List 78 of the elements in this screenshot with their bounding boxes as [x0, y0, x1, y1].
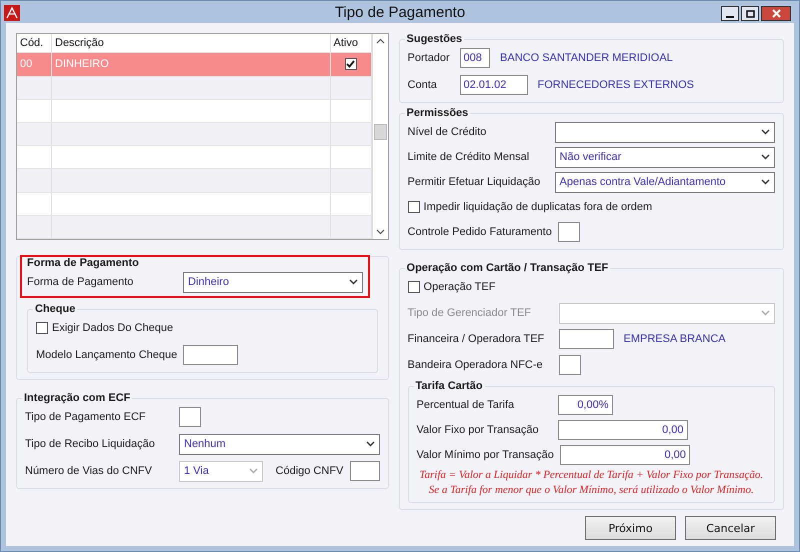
dropdown[interactable]: Nenhum — [179, 434, 380, 454]
minimize-icon — [726, 16, 734, 18]
group-title: Permissões — [406, 107, 470, 119]
formula-note: Se a Tarifa for menor que o Valor Mínimo, será utilizado o Valor Mínimo. — [428, 484, 755, 496]
input-field[interactable]: 0,00 — [558, 420, 688, 440]
dropdown[interactable]: Apenas contra Vale/Adiantamento — [554, 172, 775, 192]
checkbox-label: Impedir liquidação de duplicatas fora de ordem — [424, 201, 652, 213]
field-label: Código CNFV — [276, 465, 344, 477]
input-field[interactable] — [558, 355, 581, 375]
field-label: Percentual de Tarifa — [416, 399, 516, 411]
dropdown[interactable]: 1 Via — [179, 460, 263, 482]
dropdown[interactable]: Dinheiro — [183, 272, 363, 292]
field-label: Número de Vias do CNFV — [25, 465, 153, 477]
field-label: Nível de Crédito — [408, 126, 488, 138]
checkbox-label: Exigir Dados Do Cheque — [52, 322, 174, 334]
field-label: Valor Fixo por Transação — [416, 424, 540, 436]
field-label: Forma de Pagamento — [27, 276, 134, 288]
input-field[interactable]: 008 — [460, 48, 490, 68]
chevron-down-icon — [761, 179, 770, 185]
input-field[interactable]: 0,00% — [558, 395, 613, 415]
field-label: Tipo de Gerenciador TEF — [408, 307, 532, 319]
checkmark-icon — [346, 60, 356, 68]
close-button[interactable] — [761, 6, 791, 21]
table-cell: DINHEIRO — [52, 53, 331, 76]
input-field[interactable] — [183, 345, 238, 365]
close-icon — [772, 9, 780, 18]
field-label: Controle Pedido Faturamento — [408, 226, 553, 238]
scrollbar-thumb[interactable] — [374, 124, 387, 140]
description-text: EMPRESA BRANCA — [624, 333, 726, 345]
table-cell: 00 — [17, 53, 52, 76]
field-label: Modelo Lançamento Cheque — [36, 349, 178, 361]
checkbox[interactable] — [408, 201, 420, 213]
input-field[interactable] — [350, 461, 380, 481]
group-title: Forma de Pagamento — [27, 257, 140, 269]
chevron-down-icon — [761, 310, 770, 316]
group-title: Sugestões — [406, 33, 464, 45]
scrollbar[interactable] — [372, 34, 388, 239]
checkbox[interactable] — [344, 58, 357, 70]
field-label: Tipo de Recibo Liquidação — [25, 438, 156, 450]
field-label: Tipo de Pagamento ECF — [25, 411, 147, 423]
field-label: Limite de Crédito Mensal — [408, 151, 530, 163]
checkbox[interactable] — [36, 322, 48, 334]
next-button[interactable]: Próximo — [585, 516, 676, 540]
input-field[interactable] — [179, 407, 201, 427]
field-label: Portador — [408, 52, 451, 64]
dropdown[interactable]: Não verificar — [554, 146, 775, 168]
checkbox[interactable] — [408, 281, 420, 293]
maximize-icon — [746, 10, 754, 18]
cancel-button[interactable]: Cancelar — [685, 516, 776, 540]
input-field[interactable]: 0,00 — [560, 445, 690, 465]
column-header[interactable]: Cód. — [17, 34, 52, 52]
chevron-down-icon — [761, 154, 770, 160]
description-text: FORNECEDORES EXTERNOS — [538, 79, 694, 91]
field-label: Valor Mínimo por Transação — [416, 449, 555, 461]
input-field[interactable] — [558, 329, 614, 349]
chevron-down-icon — [761, 129, 770, 135]
minimize-button[interactable] — [721, 6, 739, 21]
window-title: Tipo de Pagamento — [334, 4, 466, 20]
formula-note: Tarifa = Valor a Liquidar * Percentual de Tarifa + Valor Fixo por Transação. — [418, 469, 764, 481]
group-title: Tarifa Cartão — [414, 380, 484, 392]
chevron-down-icon — [348, 279, 358, 285]
input-field[interactable] — [558, 222, 580, 242]
field-label: Permitir Efetuar Liquidação — [408, 176, 542, 188]
group-title: Cheque — [34, 303, 76, 315]
group-title: Integração com ECF — [23, 392, 132, 404]
chevron-down-icon — [366, 441, 375, 447]
maximize-button[interactable] — [741, 6, 759, 21]
chevron-down-icon — [249, 468, 258, 474]
field-label: Financeira / Operadora TEF — [408, 333, 546, 345]
field-label: Conta — [408, 79, 438, 91]
field-label: Bandeira Operadora NFC-e — [408, 359, 544, 371]
group-title: Operação com Cartão / Transação TEF — [406, 262, 610, 274]
column-header[interactable]: Descrição — [52, 34, 331, 52]
dropdown[interactable] — [554, 122, 775, 142]
checkbox-label: Operação TEF — [424, 281, 496, 293]
description-text: BANCO SANTANDER MERIDIOAL — [500, 52, 673, 64]
input-field[interactable]: 02.01.02 — [460, 75, 528, 95]
app-logo-icon — [4, 5, 20, 21]
